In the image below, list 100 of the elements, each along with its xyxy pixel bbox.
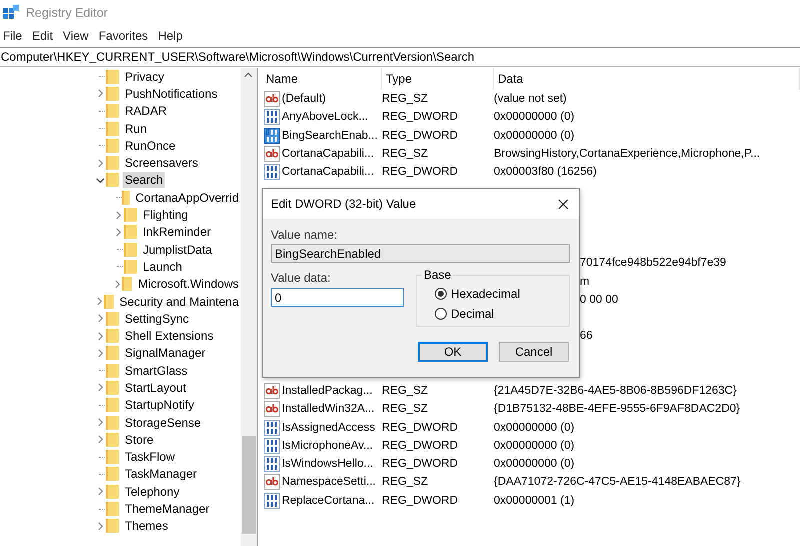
- tree-item[interactable]: Telephony: [123, 484, 182, 500]
- value-data: BrowsingHistory,CortanaExperience,Microphone,P...: [494, 148, 762, 160]
- value-name[interactable]: (Default): [282, 93, 326, 106]
- tree-item[interactable]: TaskFlow: [123, 449, 178, 466]
- folder-icon: [106, 502, 119, 516]
- tree-item[interactable]: Flighting: [141, 207, 190, 224]
- column-header[interactable]: Name: [262, 68, 382, 90]
- value-type: REG_DWORD: [382, 111, 460, 124]
- value-name[interactable]: NamespaceSetti...: [282, 476, 376, 488]
- folder-icon: [122, 190, 130, 205]
- value-name[interactable]: CortanaCapabili...: [282, 148, 374, 160]
- radio-button[interactable]: Decimal: [435, 306, 569, 322]
- tree-item[interactable]: TaskManager: [123, 466, 200, 482]
- folder-icon: [106, 138, 119, 153]
- folder-icon: [106, 70, 119, 84]
- value-data: (value not set): [494, 93, 568, 106]
- column-header[interactable]: Type: [382, 68, 494, 90]
- tree-item[interactable]: Microsoft.Windows: [136, 276, 241, 292]
- tree-item[interactable]: Run: [123, 120, 150, 137]
- value-type: REG_DWORD: [382, 166, 460, 178]
- tree-item[interactable]: SignalManager: [123, 345, 208, 362]
- folder-icon: [106, 416, 119, 430]
- tree-item[interactable]: SmartGlass: [123, 362, 190, 379]
- dialog-title: Edit DWORD (32-bit) Value: [271, 197, 416, 211]
- value-data: m: [579, 276, 591, 288]
- folder-icon: [124, 242, 137, 257]
- tree-item[interactable]: Search: [123, 172, 166, 188]
- value-data: 0x00000000 (0): [494, 130, 576, 142]
- tree-item[interactable]: PushNotifications: [123, 86, 220, 102]
- group-label: Base: [422, 268, 454, 282]
- tree-item[interactable]: SettingSync: [123, 310, 192, 327]
- folder-icon: [106, 173, 119, 188]
- folder-icon: [106, 122, 119, 136]
- value-name[interactable]: InstalledWin32A...: [282, 403, 375, 416]
- folder-icon: [124, 260, 137, 274]
- menu-item[interactable]: View: [60, 29, 96, 43]
- value-name-field[interactable]: BingSearchEnabled: [271, 244, 570, 263]
- value-data: {21A45D7E-32B6-4AE5-8B06-8B596DF1263C}: [494, 385, 738, 398]
- value-name[interactable]: IsWindowsHello...: [282, 458, 374, 470]
- window-title: Registry Editor: [26, 6, 108, 20]
- tree-item[interactable]: Themes: [123, 518, 170, 534]
- tree-item[interactable]: RADAR: [123, 103, 170, 120]
- value-type: REG_DWORD: [382, 422, 460, 434]
- folder-icon: [106, 450, 119, 464]
- field-label: Value name:: [271, 228, 338, 242]
- ok-button[interactable]: OK: [418, 342, 488, 362]
- folder-icon: [106, 156, 119, 170]
- value-data: 0x00000000 (0): [494, 422, 576, 434]
- folder-icon: [106, 364, 119, 378]
- value-name[interactable]: IsMicrophoneAv...: [282, 440, 373, 452]
- tree-item[interactable]: StartLayout: [123, 380, 188, 396]
- value-name[interactable]: ReplaceCortana...: [282, 494, 375, 507]
- tree-item[interactable]: StorageSense: [123, 414, 204, 431]
- value-name[interactable]: IsAssignedAccess: [282, 422, 376, 434]
- cancel-button[interactable]: Cancel: [499, 342, 569, 362]
- menu-item[interactable]: Favorites: [96, 29, 156, 43]
- tree-item[interactable]: RunOnce: [123, 138, 178, 154]
- value-data: 70174fce948b522e94bf7e39: [579, 257, 728, 270]
- tree-item[interactable]: ThemeManager: [123, 501, 212, 518]
- tree-item[interactable]: InkReminder: [141, 224, 214, 240]
- tree-item[interactable]: Launch: [141, 258, 184, 275]
- value-name[interactable]: BingSearchEnab...: [282, 130, 378, 142]
- menu-item[interactable]: Help: [155, 29, 190, 43]
- value-name[interactable]: AnyAboveLock...: [282, 111, 368, 124]
- address-bar[interactable]: Computer\HKEY_CURRENT_USER\Software\Microsoft\Windows\CurrentVersion\Search: [0, 47, 800, 67]
- tree-item[interactable]: Shell Extensions: [123, 328, 216, 344]
- tree-item[interactable]: CortanaAppOverrid: [134, 190, 241, 206]
- registry-editor-icon: [3, 4, 19, 20]
- field-label: Value data:: [271, 271, 332, 285]
- value-data-field[interactable]: 0: [271, 288, 404, 307]
- menu-item[interactable]: File: [0, 29, 30, 43]
- value-data: 66: [579, 330, 594, 342]
- chevron-icon[interactable]: [96, 176, 105, 185]
- value-type: REG_DWORD: [382, 458, 460, 470]
- scroll-up-icon[interactable]: [244, 72, 253, 78]
- folder-icon: [106, 329, 119, 344]
- tree-item[interactable]: Store: [123, 432, 156, 448]
- menu-item[interactable]: Edit: [29, 29, 60, 43]
- folder-icon: [106, 104, 119, 118]
- value-name[interactable]: InstalledPackag...: [282, 385, 373, 398]
- folder-icon: [124, 208, 137, 222]
- value-data: 0x00000000 (0): [494, 458, 576, 470]
- value-data: 0x00000000 (0): [494, 111, 576, 124]
- tree-item[interactable]: Privacy: [123, 68, 166, 85]
- scrollbar-thumb[interactable]: [242, 436, 256, 534]
- value-name[interactable]: CortanaCapabili...: [282, 166, 374, 178]
- column-header[interactable]: Data: [494, 68, 800, 90]
- tree-item[interactable]: Security and Maintena: [118, 294, 241, 310]
- tree-item[interactable]: JumplistData: [141, 242, 214, 258]
- close-icon[interactable]: [558, 198, 569, 210]
- tree-item[interactable]: StartupNotify: [123, 397, 196, 414]
- radio-button[interactable]: Hexadecimal: [435, 286, 569, 302]
- folder-icon: [106, 346, 119, 360]
- scrollbar[interactable]: [241, 68, 257, 546]
- value-data: 0x00000000 (0): [494, 440, 576, 452]
- folder-icon: [106, 432, 119, 447]
- value-data: 0x00003f80 (16256): [494, 166, 598, 178]
- value-type: REG_SZ: [382, 385, 430, 398]
- folder-icon: [106, 519, 119, 534]
- tree-item[interactable]: Screensavers: [123, 155, 200, 172]
